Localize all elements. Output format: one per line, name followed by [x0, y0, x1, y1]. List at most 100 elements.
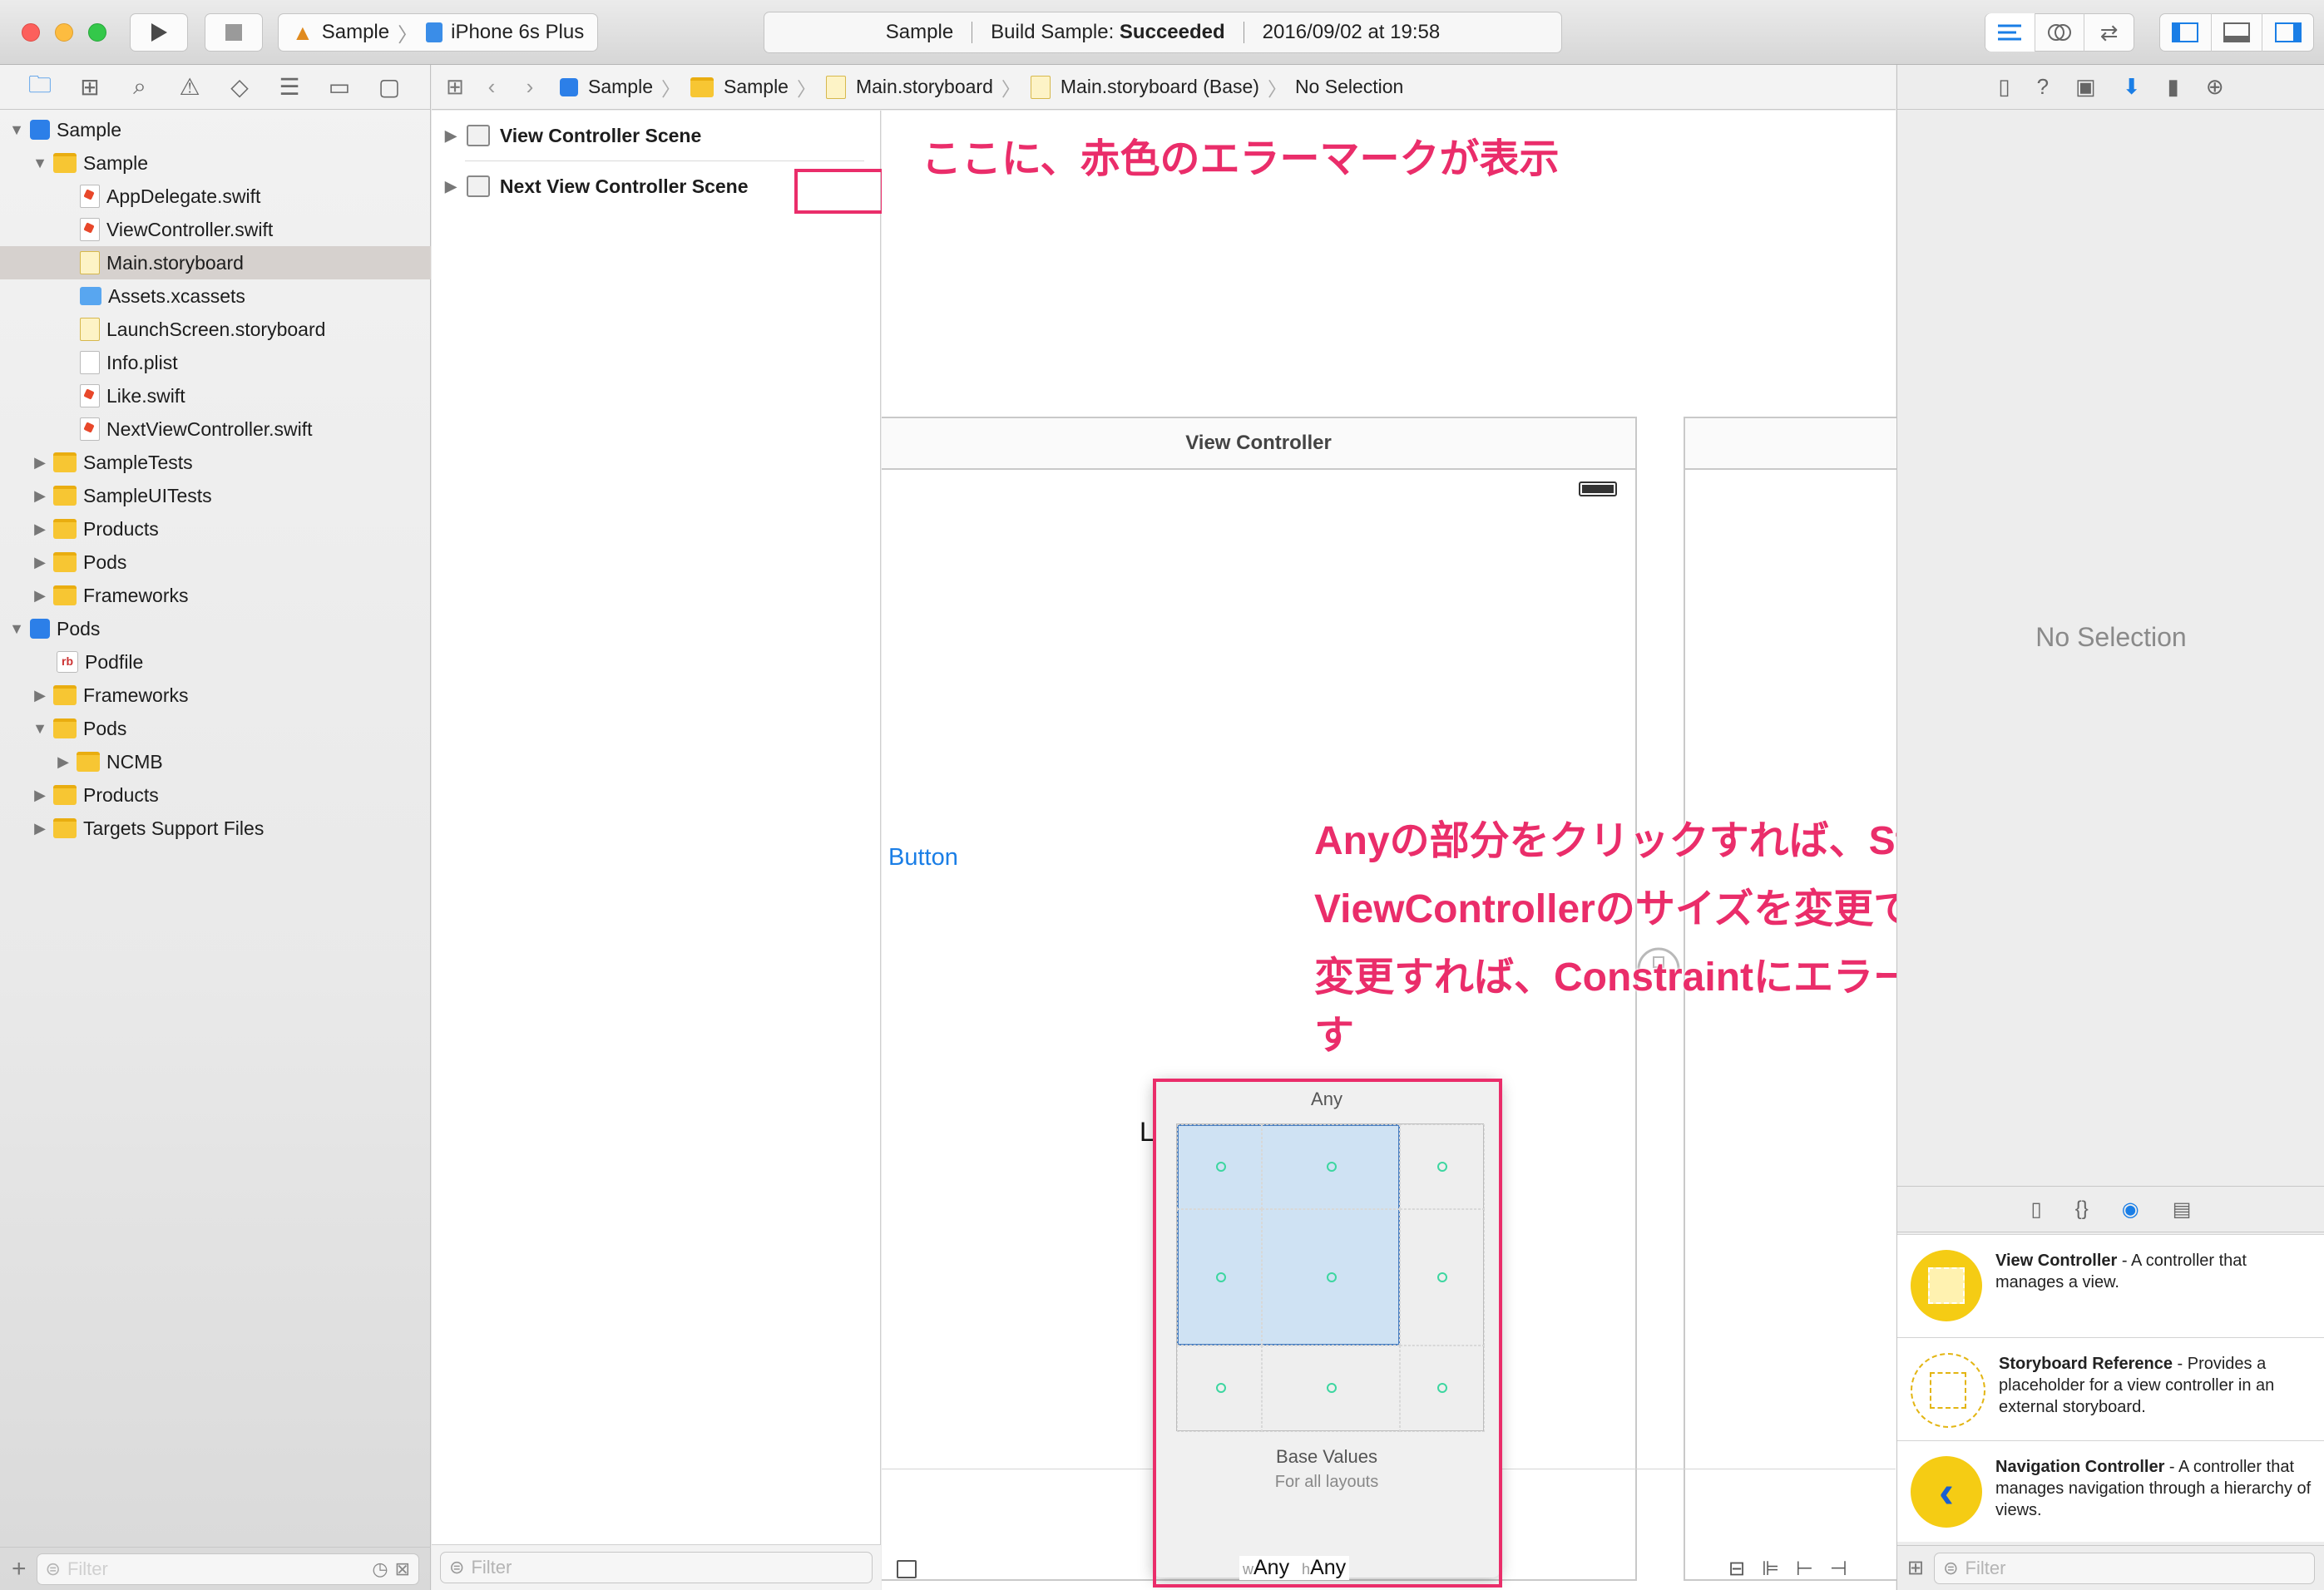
- tree-item[interactable]: Info.plist: [0, 346, 431, 379]
- document-outline: ▶ View Controller Scene ▶ Next View Cont…: [432, 111, 884, 1590]
- connections-icon[interactable]: ⊕: [2206, 74, 2224, 100]
- tree-item[interactable]: LaunchScreen.storyboard: [0, 313, 431, 346]
- zoom-window-button[interactable]: [88, 23, 106, 42]
- disclosure-closed-icon[interactable]: ▶: [445, 178, 457, 195]
- run-button[interactable]: [130, 13, 188, 52]
- scene-title-bar[interactable]: [1685, 418, 1898, 470]
- tree-item[interactable]: Like.swift: [0, 379, 431, 412]
- tree-item[interactable]: ▶ Frameworks: [0, 579, 431, 612]
- help-icon[interactable]: ?: [2037, 74, 2049, 100]
- tree-item[interactable]: ▼ Pods: [0, 712, 431, 745]
- related-items-icon[interactable]: ⊞: [442, 74, 468, 100]
- disclosure-open-icon[interactable]: ▼: [30, 720, 50, 738]
- storyboard-reference-icon: [1911, 1353, 1985, 1428]
- tree-item[interactable]: ▶ NCMB: [0, 745, 431, 778]
- version-editor-button[interactable]: ⇄: [2084, 13, 2134, 52]
- tree-item[interactable]: ▶ Products: [0, 512, 431, 546]
- toggle-debug-area-button[interactable]: [2210, 13, 2262, 52]
- disclosure-closed-icon[interactable]: ▶: [445, 127, 457, 145]
- outline-filter-input[interactable]: ⊜ Filter: [440, 1552, 873, 1583]
- storyboard-button[interactable]: Button: [888, 844, 958, 872]
- toggle-navigator-button[interactable]: [2160, 13, 2211, 52]
- minimize-window-button[interactable]: [55, 23, 73, 42]
- grid-view-icon[interactable]: ⊞: [1907, 1556, 1924, 1580]
- breadcrumb-group[interactable]: Sample: [724, 76, 789, 98]
- tree-item[interactable]: ▶ SampleTests: [0, 446, 431, 479]
- media-library-icon[interactable]: ▤: [2173, 1197, 2192, 1222]
- object-library-icon[interactable]: ◉: [2122, 1197, 2139, 1222]
- back-arrow-icon[interactable]: ‹: [477, 74, 507, 100]
- disclosure-closed-icon[interactable]: ▶: [30, 820, 50, 837]
- standard-editor-button[interactable]: [1985, 13, 2035, 52]
- assistant-editor-button[interactable]: [2034, 13, 2084, 52]
- disclosure-open-icon[interactable]: ▼: [7, 121, 27, 139]
- disclosure-closed-icon[interactable]: ▶: [30, 554, 50, 571]
- search-icon[interactable]: ⌕: [115, 65, 165, 110]
- tree-item[interactable]: ▶ Products: [0, 778, 431, 812]
- disclosure-closed-icon[interactable]: ▶: [53, 753, 73, 771]
- folder-icon[interactable]: 🗀: [15, 65, 65, 110]
- tree-item-selected[interactable]: Main.storyboard: [0, 246, 431, 279]
- breadcrumb-localization[interactable]: Main.storyboard (Base): [1061, 76, 1259, 98]
- breadcrumb-selection[interactable]: No Selection: [1295, 76, 1403, 98]
- disclosure-open-icon[interactable]: ▼: [30, 155, 50, 172]
- add-icon[interactable]: +: [12, 1555, 27, 1583]
- outline-toggle-icon[interactable]: [897, 1560, 917, 1578]
- library-item[interactable]: Storyboard Reference - Provides a placeh…: [1897, 1337, 2324, 1440]
- storyboard-canvas[interactable]: ここに、赤色のエラーマークが表示 View Controller Button …: [882, 111, 2193, 1590]
- disclosure-closed-icon[interactable]: ▶: [30, 487, 50, 505]
- debug-list-icon[interactable]: ☰: [265, 65, 314, 110]
- attributes-icon[interactable]: ⬇: [2123, 74, 2141, 100]
- scheme-selector[interactable]: ▲ Sample 〉 iPhone 6s Plus: [278, 13, 599, 52]
- tree-item[interactable]: AppDelegate.swift: [0, 180, 431, 213]
- warning-icon[interactable]: ⚠: [165, 65, 215, 110]
- breakpoint-icon[interactable]: ▭: [314, 65, 364, 110]
- code-snippet-icon[interactable]: {}: [2075, 1197, 2089, 1221]
- chevron-right-icon: 〉: [1267, 77, 1287, 100]
- disclosure-closed-icon[interactable]: ▶: [30, 521, 50, 538]
- scene-title-bar[interactable]: View Controller: [882, 418, 1635, 470]
- file-inspector-icon[interactable]: ▯: [1998, 74, 2010, 100]
- size-inspector-icon[interactable]: ▮: [2168, 74, 2179, 100]
- tree-item[interactable]: ▶ SampleUITests: [0, 479, 431, 512]
- tree-item[interactable]: rb Podfile: [0, 645, 431, 679]
- library-item[interactable]: View Controller - A controller that mana…: [1897, 1234, 2324, 1337]
- hierarchy-icon[interactable]: ⊞: [65, 65, 115, 110]
- align-icon[interactable]: ⊫: [1762, 1558, 1796, 1580]
- breadcrumb-file[interactable]: Main.storyboard: [856, 76, 993, 98]
- tree-item[interactable]: Assets.xcassets: [0, 279, 431, 313]
- inspector-selector-bar: ▯ ? ▣ ⬇ ▮ ⊕: [1897, 65, 2324, 110]
- report-icon[interactable]: ▢: [364, 65, 414, 110]
- tree-item[interactable]: ▼ Pods: [0, 612, 431, 645]
- navigator-filter-input[interactable]: ⊜ Filter ◷ ⊠: [36, 1553, 419, 1585]
- test-diamond-icon[interactable]: ◇: [215, 65, 265, 110]
- disclosure-closed-icon[interactable]: ▶: [30, 587, 50, 605]
- disclosure-closed-icon[interactable]: ▶: [30, 454, 50, 472]
- tree-item[interactable]: ▼ Sample: [0, 113, 431, 146]
- pin-icon[interactable]: ⊢: [1796, 1558, 1830, 1580]
- recent-icon[interactable]: ◷: [372, 1558, 388, 1580]
- file-template-icon[interactable]: ▯: [2031, 1197, 2042, 1222]
- close-window-button[interactable]: [22, 23, 40, 42]
- tree-item[interactable]: ViewController.swift: [0, 213, 431, 246]
- tree-item[interactable]: ▶ Pods: [0, 546, 431, 579]
- breadcrumb-project[interactable]: Sample: [588, 76, 653, 98]
- forward-arrow-icon[interactable]: ›: [515, 74, 545, 100]
- identity-icon[interactable]: ▣: [2075, 74, 2096, 100]
- toggle-utilities-button[interactable]: [2262, 13, 2313, 52]
- disclosure-open-icon[interactable]: ▼: [7, 620, 27, 638]
- tree-item[interactable]: ▶ Targets Support Files: [0, 812, 431, 845]
- tree-item[interactable]: NextViewController.swift: [0, 412, 431, 446]
- stack-icon[interactable]: ⊟: [1728, 1558, 1762, 1580]
- tree-item[interactable]: ▼ Sample: [0, 146, 431, 180]
- library-item[interactable]: ‹ Navigation Controller - A controller t…: [1897, 1440, 2324, 1543]
- disclosure-closed-icon[interactable]: ▶: [30, 787, 50, 804]
- tree-item[interactable]: ▶ Frameworks: [0, 679, 431, 712]
- battery-icon: [1579, 481, 1617, 496]
- stop-button[interactable]: [205, 13, 263, 52]
- disclosure-closed-icon[interactable]: ▶: [30, 687, 50, 704]
- resolve-icon[interactable]: ⊣: [1830, 1558, 1864, 1580]
- scm-filter-icon[interactable]: ⊠: [395, 1558, 410, 1580]
- library-filter-input[interactable]: ⊜ Filter: [1934, 1552, 2315, 1584]
- outline-scene-row[interactable]: ▶ View Controller Scene: [432, 111, 880, 160]
